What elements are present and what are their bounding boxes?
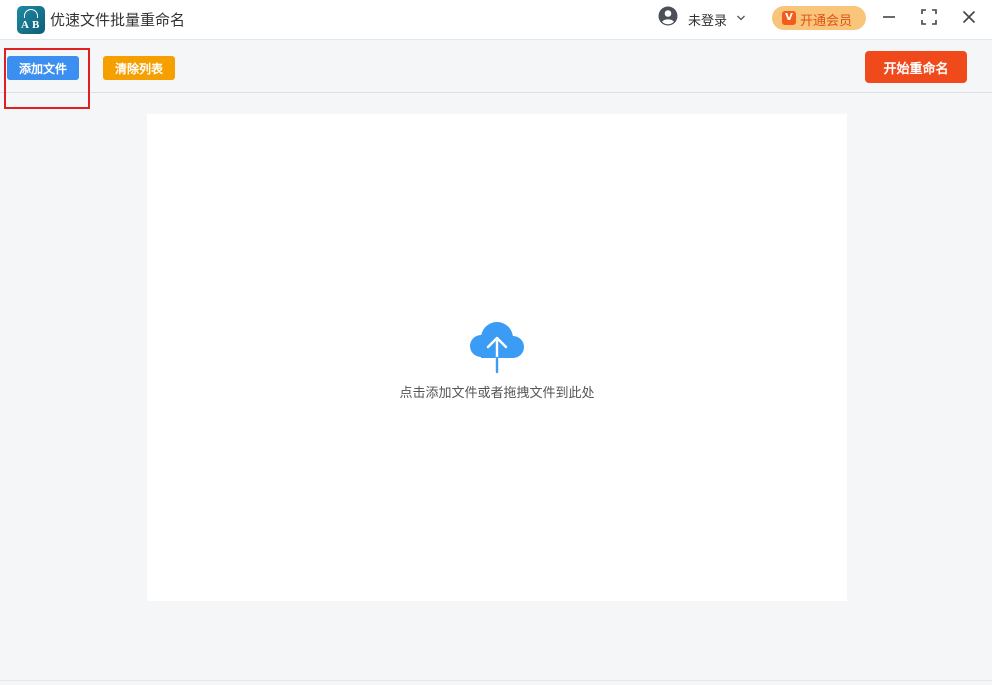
logo-letter-a: A [21, 19, 29, 31]
logo-arc [24, 9, 38, 18]
login-status-label[interactable]: 未登录 [688, 10, 727, 29]
toolbar: 添加文件 清除列表 开始重命名 [0, 41, 992, 93]
title-bar: A B 优速文件批量重命名 未登录 V 开通会员 [0, 0, 992, 40]
bottom-divider [0, 680, 992, 681]
file-drop-zone[interactable]: 点击添加文件或者拖拽文件到此处 [147, 114, 847, 601]
vip-button[interactable]: V 开通会员 [772, 6, 866, 30]
start-rename-button[interactable]: 开始重命名 [865, 51, 967, 83]
cloud-upload-icon [470, 322, 524, 374]
vip-label: 开通会员 [800, 14, 853, 29]
drop-hint-text: 点击添加文件或者拖拽文件到此处 [399, 386, 595, 401]
user-circle-icon[interactable] [658, 6, 678, 26]
clear-list-button[interactable]: 清除列表 [103, 56, 175, 80]
logo-letter-b: B [32, 19, 40, 31]
maximize-icon[interactable] [920, 8, 938, 26]
add-files-button[interactable]: 添加文件 [7, 56, 79, 80]
chevron-down-icon[interactable] [736, 13, 746, 23]
app-title: 优速文件批量重命名 [50, 11, 186, 29]
close-icon[interactable] [960, 8, 978, 26]
minimize-icon[interactable] [880, 8, 898, 26]
app-logo: A B [17, 6, 45, 34]
vip-icon: V [782, 11, 796, 25]
